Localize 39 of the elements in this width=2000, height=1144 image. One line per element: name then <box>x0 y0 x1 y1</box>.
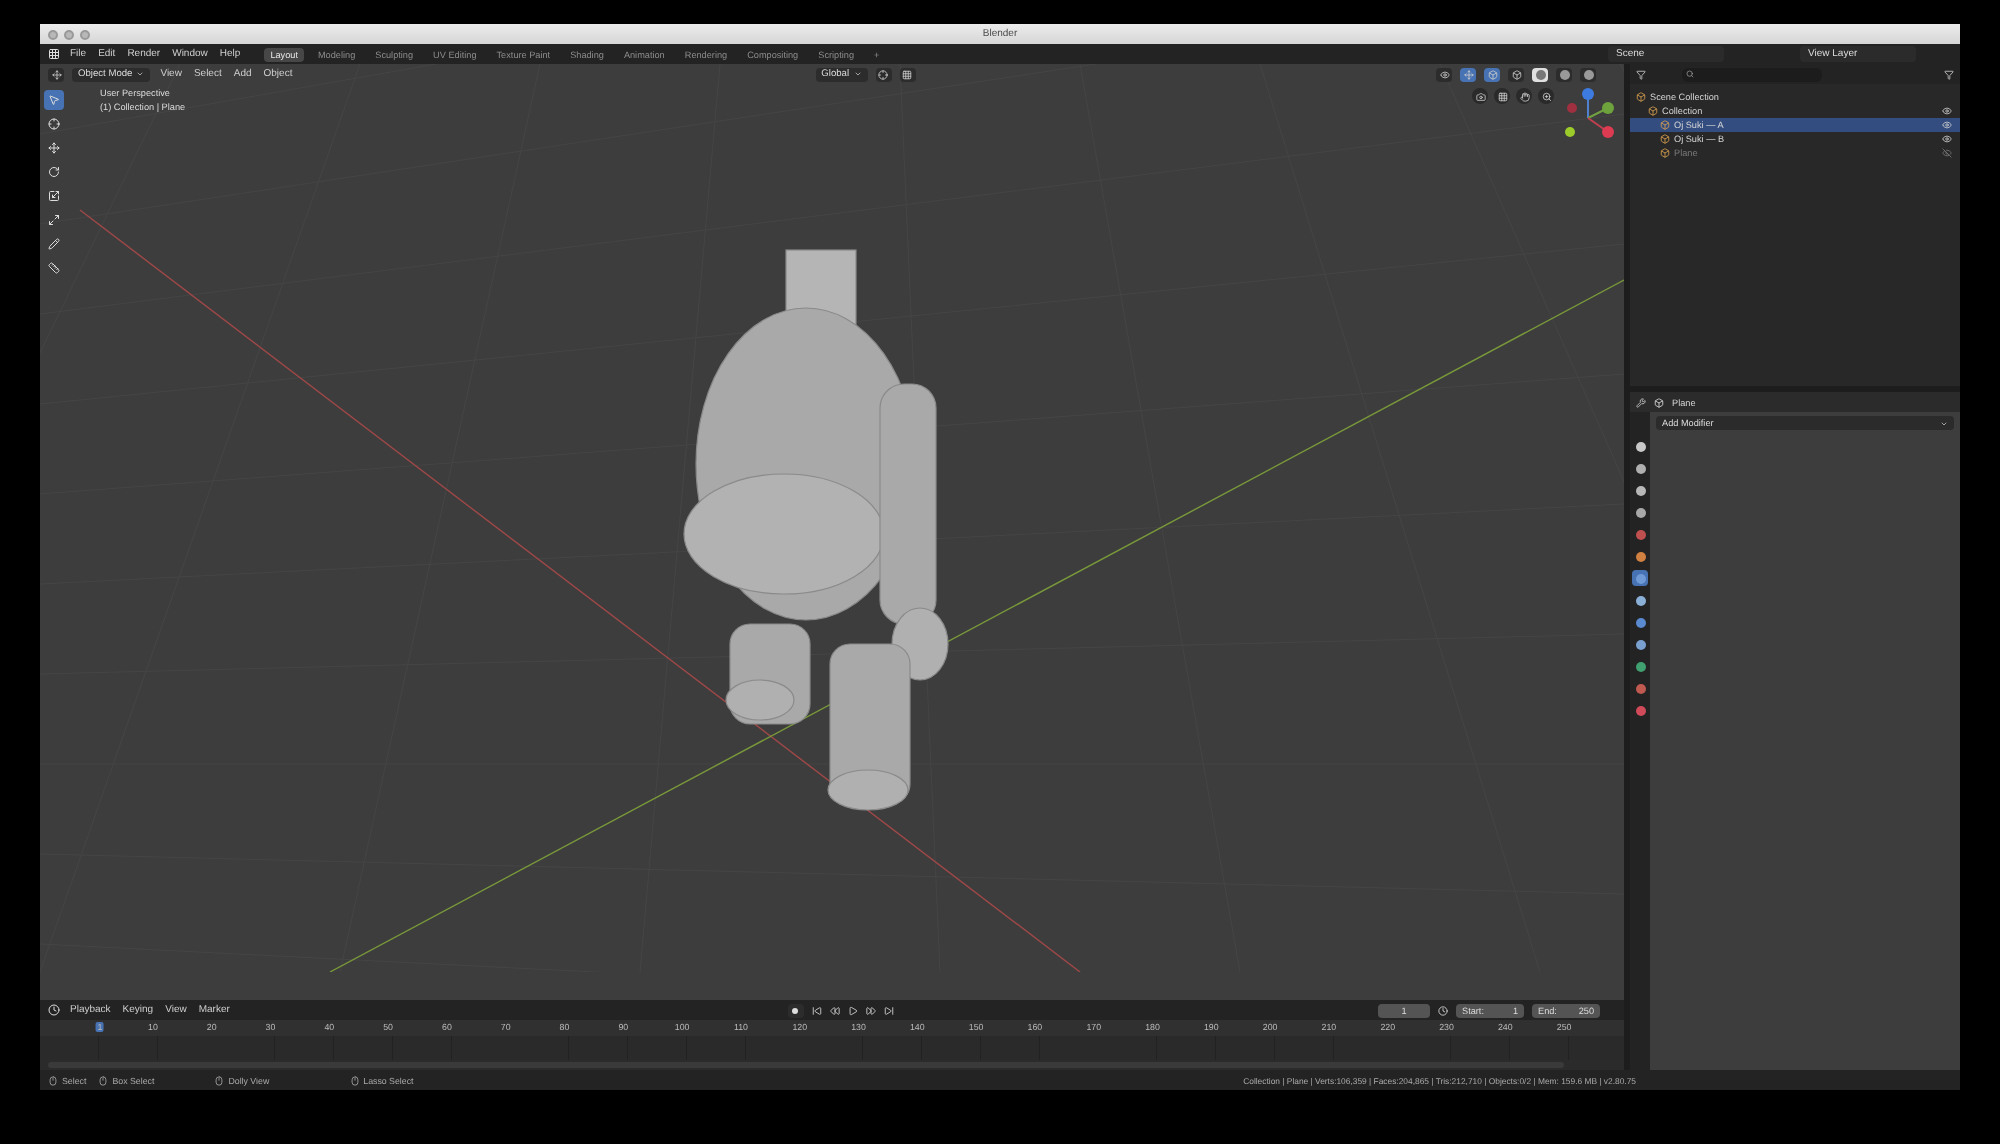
visibility-icon[interactable] <box>1436 67 1452 81</box>
object-icon <box>1654 397 1664 407</box>
filter-icon[interactable] <box>1944 69 1954 79</box>
crosshair-icon[interactable] <box>44 114 64 134</box>
scale-icon[interactable] <box>44 186 64 206</box>
rotate-icon[interactable] <box>44 162 64 182</box>
fast-forward-icon[interactable] <box>865 1005 876 1015</box>
collection-icon <box>1660 148 1670 158</box>
grid-icon[interactable] <box>1494 88 1510 104</box>
mouse-icon <box>349 1075 360 1085</box>
ruler-icon[interactable] <box>44 258 64 278</box>
move-icon[interactable] <box>44 138 64 158</box>
eye-icon[interactable] <box>1942 106 1952 116</box>
snap-icon[interactable] <box>899 67 916 81</box>
eye-icon[interactable] <box>1942 134 1952 144</box>
search-icon <box>1686 70 1694 78</box>
app-menu-icon[interactable] <box>48 48 60 60</box>
clock-icon[interactable] <box>1438 1005 1448 1015</box>
search-field[interactable] <box>1682 67 1822 81</box>
mouse-icon <box>98 1075 109 1085</box>
mouse-icon <box>48 1075 58 1085</box>
collection-icon <box>1648 106 1658 116</box>
collection-icon <box>1660 134 1670 144</box>
collection-icon <box>1636 92 1646 102</box>
jump-end-icon[interactable] <box>883 1005 894 1015</box>
eye-closed-icon[interactable] <box>1942 148 1952 158</box>
camera-icon[interactable] <box>1472 88 1488 104</box>
play-icon[interactable] <box>847 1005 858 1015</box>
eye-icon[interactable] <box>1942 120 1952 130</box>
record-icon[interactable] <box>787 1003 804 1017</box>
jump-start-icon[interactable] <box>811 1005 822 1015</box>
zoom-icon[interactable] <box>1538 88 1554 104</box>
pivot-icon[interactable] <box>875 67 892 81</box>
rewind-icon[interactable] <box>829 1005 840 1015</box>
cursor-icon[interactable] <box>44 90 64 110</box>
hand-icon[interactable] <box>1516 88 1532 104</box>
collection-icon <box>1660 120 1670 130</box>
mouse-icon <box>214 1075 225 1085</box>
pencil-icon[interactable] <box>44 234 64 254</box>
